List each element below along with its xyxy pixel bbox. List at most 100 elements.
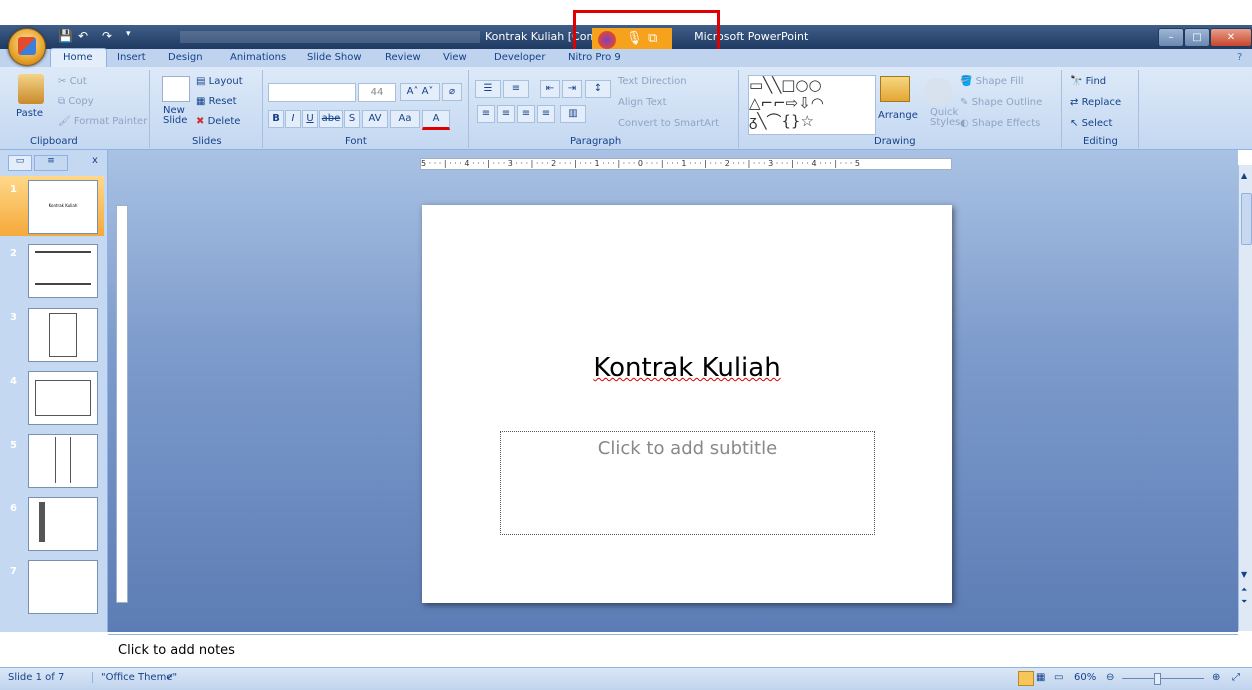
replace-icon: ⇄ [1070, 97, 1082, 108]
vertical-scrollbar[interactable]: ▲ ▼ ⏶ ⏷ [1238, 165, 1252, 631]
next-slide-icon[interactable]: ⏷ [1241, 597, 1247, 607]
zoom-slider[interactable] [1122, 678, 1204, 679]
slides-label: Slides [192, 136, 222, 147]
find-button[interactable]: 🔭 Find [1070, 76, 1106, 87]
thumbnail-slide-4[interactable] [28, 371, 98, 425]
font-name-field[interactable] [268, 83, 356, 102]
tab-home[interactable]: Home [63, 52, 93, 63]
shape-outline-button[interactable]: ✎ Shape Outline [960, 97, 1042, 108]
select-button[interactable]: ↖ Select [1070, 118, 1112, 129]
thumbnail-slide-5[interactable] [28, 434, 98, 488]
clear-format-icon[interactable]: ⌀ [442, 83, 462, 101]
thumbnail-slide-7[interactable] [28, 560, 98, 614]
decrease-indent-icon[interactable]: ⇤ [540, 80, 560, 98]
justify-icon[interactable]: ≡ [537, 105, 555, 123]
convert-smartart-button[interactable]: Convert to SmartArt [618, 118, 719, 129]
copy-button[interactable]: ⧉ Copy [58, 96, 94, 107]
slide-title[interactable]: Kontrak Kuliah [422, 353, 952, 383]
tab-insert[interactable]: Insert [117, 52, 146, 63]
tab-view[interactable]: View [443, 52, 467, 63]
layout-button[interactable]: ▤ Layout [196, 76, 243, 87]
columns-icon[interactable]: ▥ [560, 105, 586, 123]
notes-pane[interactable]: Click to add notes [108, 634, 1238, 667]
format-painter-button[interactable]: 🖌 Format Painter [58, 116, 147, 127]
spellcheck-icon[interactable]: ✓ [166, 672, 174, 683]
qat-dropdown-icon[interactable]: ▾ [126, 29, 131, 39]
quick-styles-button[interactable]: Quick Styles [930, 108, 960, 128]
zoom-in-icon[interactable]: ⊕ [1212, 672, 1220, 683]
outline-tab-icon[interactable]: ≡ [34, 155, 68, 171]
slide-canvas[interactable]: Kontrak Kuliah Click to add subtitle [422, 205, 952, 603]
paste-button[interactable]: Paste [16, 108, 43, 119]
zoom-level[interactable]: 60% [1074, 672, 1096, 683]
slides-tab-icon[interactable]: ▭ [8, 155, 32, 171]
office-button[interactable] [8, 28, 46, 66]
close-pane-icon[interactable]: x [92, 155, 98, 166]
tab-developer[interactable]: Developer [494, 52, 545, 63]
align-center-icon[interactable]: ≡ [497, 105, 515, 123]
cursor-icon: ↖ [1070, 118, 1082, 129]
status-bar: Slide 1 of 7 "Office Theme" ✓ ▦ ▭ 60% ⊖ … [0, 667, 1252, 690]
scroll-up-icon[interactable]: ▲ [1241, 171, 1247, 180]
change-case-button[interactable]: Aa [390, 110, 420, 128]
subtitle-placeholder[interactable]: Click to add subtitle [500, 431, 875, 535]
thumbnail-slide-2[interactable] [28, 244, 98, 298]
char-spacing-button[interactable]: AV [362, 110, 388, 128]
tab-design[interactable]: Design [168, 52, 203, 63]
scroll-down-icon[interactable]: ▼ [1241, 570, 1247, 579]
help-icon[interactable]: ? [1237, 52, 1242, 63]
fit-window-icon[interactable]: ⤢ [1232, 672, 1240, 683]
italic-button[interactable]: I [285, 110, 301, 128]
tab-slide-show[interactable]: Slide Show [307, 52, 362, 63]
cut-button[interactable]: ✂ Cut [58, 76, 87, 87]
new-slide-icon[interactable] [162, 76, 190, 102]
thumbnail-slide-1[interactable]: Kontrak Kuliah [28, 180, 98, 234]
text-direction-button[interactable]: Text Direction [618, 76, 687, 87]
shape-effects-button[interactable]: ◐ Shape Effects [960, 118, 1040, 129]
clipboard-label: Clipboard [30, 136, 78, 147]
replace-button[interactable]: ⇄ Replace [1070, 97, 1121, 108]
shapes-gallery[interactable]: ▭╲╲□○○ △⌐⌐⇨⇩◠ ᵹ╲⌒{}☆ [748, 75, 876, 135]
line-spacing-icon[interactable]: ↕ [585, 80, 611, 98]
tab-review[interactable]: Review [385, 52, 421, 63]
new-slide-button[interactable]: New Slide [163, 106, 187, 126]
slide-sorter-icon[interactable]: ▦ [1036, 672, 1045, 683]
thumbnail-slide-6[interactable] [28, 497, 98, 551]
align-right-icon[interactable]: ≡ [517, 105, 535, 123]
font-color-button[interactable]: A [422, 110, 450, 130]
slide-show-icon[interactable]: ▭ [1054, 672, 1063, 683]
zoom-out-icon[interactable]: ⊖ [1106, 672, 1114, 683]
redo-icon[interactable]: ↷ [102, 29, 112, 43]
align-left-icon[interactable]: ≡ [477, 105, 495, 123]
scrollbar-thumb[interactable] [1241, 193, 1252, 245]
numbering-icon[interactable]: ≡ [503, 80, 529, 98]
align-text-button[interactable]: Align Text [618, 97, 667, 108]
thumbnail-number: 1 [10, 184, 17, 195]
tab-nitro[interactable]: Nitro Pro 9 [568, 52, 621, 63]
grow-shrink-font-buttons[interactable]: A˄ A˅ [400, 83, 440, 101]
paste-icon[interactable] [18, 74, 44, 104]
undo-icon[interactable]: ↶ [78, 29, 88, 43]
delete-button[interactable]: ✖ Delete [196, 116, 240, 127]
bullets-icon[interactable]: ☰ [475, 80, 501, 98]
maximize-button[interactable]: □ [1184, 28, 1210, 47]
normal-view-icon[interactable] [1018, 671, 1034, 686]
arrange-icon[interactable] [880, 76, 910, 102]
shape-fill-button[interactable]: 🪣 Shape Fill [960, 76, 1024, 87]
shadow-button[interactable]: S [344, 110, 360, 128]
minimize-button[interactable]: – [1158, 28, 1184, 47]
strikethrough-button[interactable]: abe [319, 110, 343, 128]
quick-styles-icon[interactable] [924, 78, 952, 106]
tab-animations[interactable]: Animations [230, 52, 286, 63]
thumbnail-slide-3[interactable] [28, 308, 98, 362]
font-size-field[interactable]: 44 [358, 83, 396, 102]
save-icon[interactable]: 💾 [58, 29, 73, 43]
arrange-button[interactable]: Arrange [878, 110, 918, 121]
zoom-slider-thumb[interactable] [1154, 673, 1161, 685]
bold-button[interactable]: B [268, 110, 284, 128]
reset-button[interactable]: ▦ Reset [196, 96, 237, 107]
prev-slide-icon[interactable]: ⏶ [1241, 585, 1247, 595]
close-button[interactable]: ✕ [1210, 28, 1252, 47]
increase-indent-icon[interactable]: ⇥ [562, 80, 582, 98]
underline-button[interactable]: U [302, 110, 318, 128]
